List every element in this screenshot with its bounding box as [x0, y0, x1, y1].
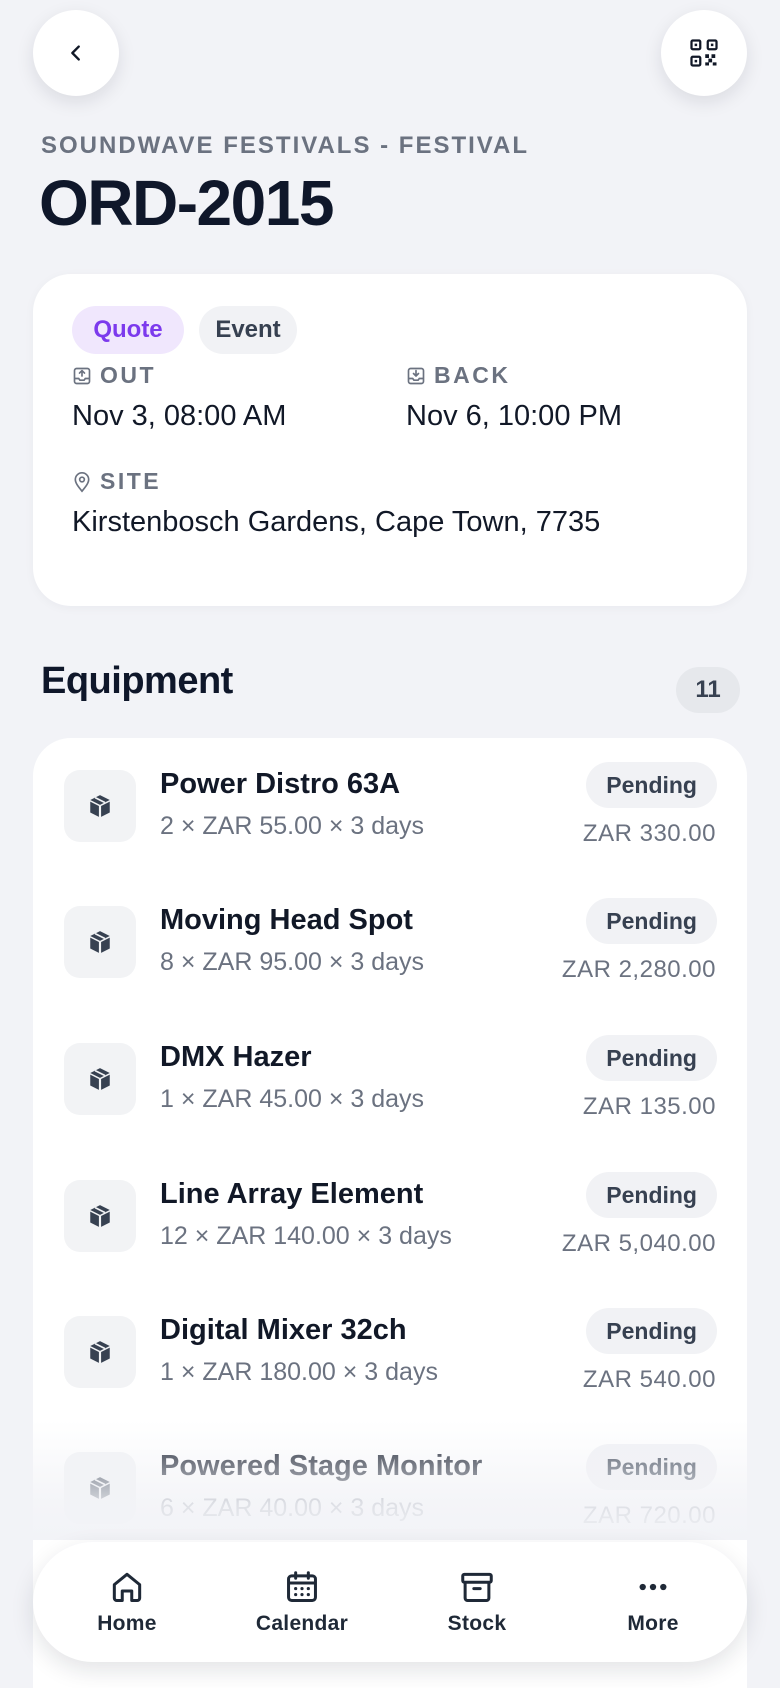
item-pricing: 6 × ZAR 40.00 × 3 days: [160, 1494, 425, 1522]
item-total: ZAR 5,040.00: [561, 1230, 716, 1257]
item-pricing: 12 × ZAR 140.00 × 3 days: [160, 1222, 452, 1250]
out-date: Nov 3, 08:00 AM: [72, 400, 287, 432]
order-info-card: Quote Event OUT Nov 3, 08:00 AM BACK Nov…: [33, 274, 747, 606]
equipment-section-title: Equipment: [41, 660, 233, 702]
qr-code-icon: [690, 39, 718, 67]
package-icon: [90, 1205, 110, 1227]
item-thumbnail: [64, 906, 136, 978]
item-total: ZAR 135.00: [582, 1093, 716, 1120]
status-badge: Pending: [586, 1444, 717, 1490]
item-name: Moving Head Spot: [160, 904, 413, 936]
item-name: Digital Mixer 32ch: [160, 1314, 407, 1346]
status-badge-quote: Quote: [72, 306, 184, 354]
item-thumbnail: [64, 1043, 136, 1115]
out-label: OUT: [72, 362, 156, 389]
item-thumbnail: [64, 1180, 136, 1252]
item-name: DMX Hazer: [160, 1041, 312, 1073]
item-name: Powered Stage Monitor: [160, 1450, 483, 1482]
upload-tray-icon: [73, 367, 91, 384]
download-tray-icon: [407, 367, 425, 384]
nav-tab-label: Stock: [447, 1612, 507, 1635]
item-name: Power Distro 63A: [160, 768, 401, 800]
order-detail-screen: SOUNDWAVE FESTIVALS - FESTIVAL ORD-2015 …: [0, 0, 780, 1688]
status-badge: Pending: [586, 1172, 717, 1218]
item-thumbnail: [64, 1452, 136, 1524]
package-icon: [90, 1068, 110, 1090]
type-badge-event: Event: [199, 306, 297, 354]
more-dots-icon: [639, 1583, 667, 1591]
site-address: Kirstenbosch Gardens, Cape Town, 7735: [72, 506, 601, 538]
list-item[interactable]: Moving Head Spot 8 × ZAR 95.00 × 3 days …: [33, 874, 747, 1010]
status-badge: Pending: [586, 898, 717, 944]
chevron-left-icon: [71, 45, 80, 61]
package-icon: [90, 931, 110, 953]
item-total: ZAR 720.00: [582, 1502, 716, 1529]
package-icon: [90, 1477, 110, 1499]
item-name: Line Array Element: [160, 1178, 424, 1210]
status-badge: Pending: [586, 1308, 717, 1354]
list-item[interactable]: Line Array Element 12 × ZAR 140.00 × 3 d…: [33, 1148, 747, 1284]
item-pricing: 8 × ZAR 95.00 × 3 days: [160, 948, 425, 976]
list-item[interactable]: Powered Stage Monitor 6 × ZAR 40.00 × 3 …: [33, 1420, 747, 1556]
back-date: Nov 6, 10:00 PM: [406, 400, 622, 432]
item-total: ZAR 330.00: [582, 820, 716, 847]
archive-box-icon: [461, 1572, 493, 1602]
item-total: ZAR 2,280.00: [561, 956, 716, 983]
bottom-nav: Home Calendar Stock More: [33, 1542, 747, 1662]
item-pricing: 1 × ZAR 180.00 × 3 days: [160, 1358, 438, 1386]
list-item[interactable]: DMX Hazer 1 × ZAR 45.00 × 3 days Pending…: [33, 1011, 747, 1147]
qr-scan-button[interactable]: [661, 10, 747, 96]
item-total: ZAR 540.00: [582, 1366, 716, 1393]
back-label: BACK: [406, 362, 510, 389]
map-pin-icon: [74, 471, 90, 492]
item-pricing: 2 × ZAR 55.00 × 3 days: [160, 812, 425, 840]
package-icon: [90, 1341, 110, 1363]
nav-tab-stock[interactable]: Stock: [397, 1542, 557, 1662]
package-icon: [90, 795, 110, 817]
home-icon: [112, 1572, 142, 1602]
item-thumbnail: [64, 1316, 136, 1388]
nav-tab-more[interactable]: More: [573, 1542, 733, 1662]
status-badge: Pending: [586, 1035, 717, 1081]
nav-tab-label: More: [627, 1612, 679, 1635]
site-label: SITE: [72, 468, 161, 495]
item-pricing: 1 × ZAR 45.00 × 3 days: [160, 1085, 425, 1113]
item-thumbnail: [64, 770, 136, 842]
nav-tab-home[interactable]: Home: [47, 1542, 207, 1662]
client-event-subtitle: SOUNDWAVE FESTIVALS - FESTIVAL: [41, 132, 530, 159]
back-button[interactable]: [33, 10, 119, 96]
equipment-count-badge: 11: [676, 667, 740, 713]
nav-tab-label: Calendar: [255, 1612, 349, 1635]
status-badge: Pending: [586, 762, 717, 808]
calendar-icon: [287, 1571, 317, 1602]
nav-tab-label: Home: [97, 1612, 157, 1635]
list-item[interactable]: Digital Mixer 32ch 1 × ZAR 180.00 × 3 da…: [33, 1284, 747, 1420]
list-item[interactable]: Power Distro 63A 2 × ZAR 55.00 × 3 days …: [33, 738, 747, 874]
page-title: ORD-2015: [39, 167, 334, 239]
nav-tab-calendar[interactable]: Calendar: [222, 1542, 382, 1662]
